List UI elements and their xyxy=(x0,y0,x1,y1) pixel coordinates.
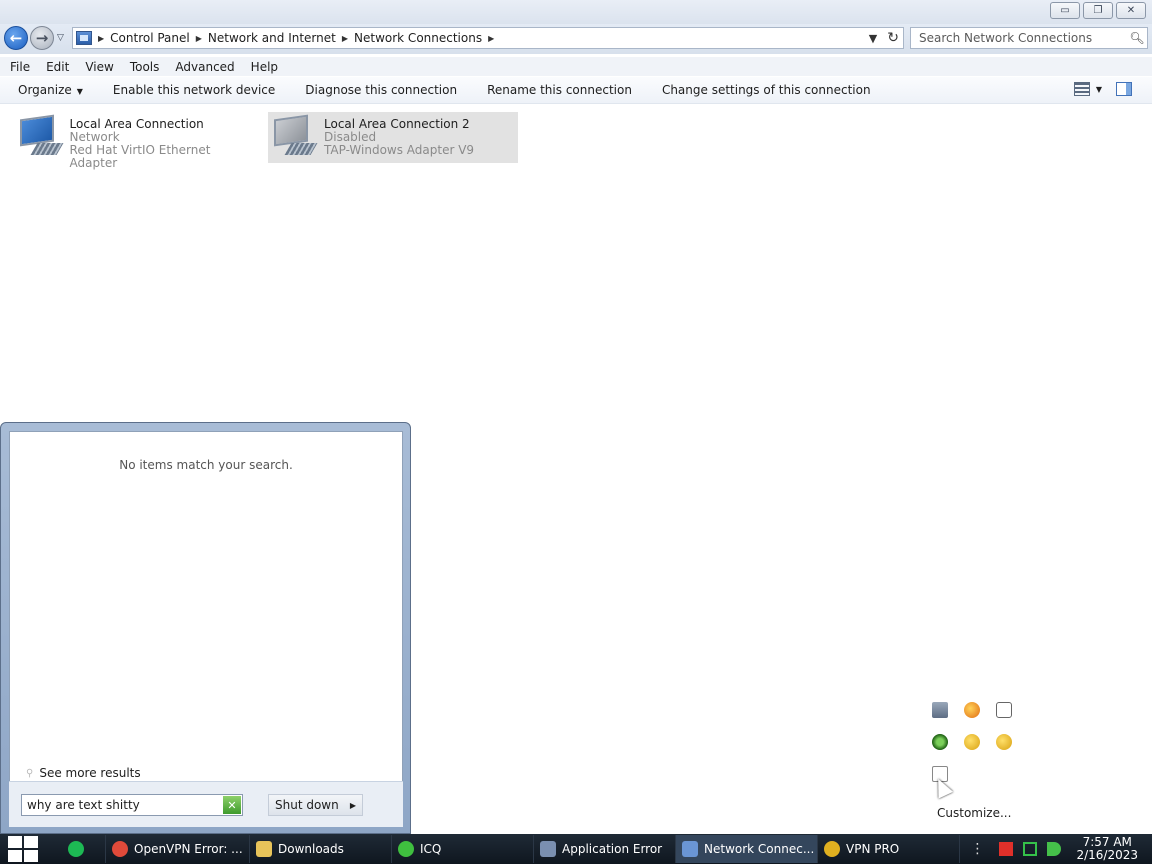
task-label: VPN PRO xyxy=(846,842,900,856)
view-options-dropdown-icon[interactable]: ▼ xyxy=(1096,85,1102,94)
menu-help[interactable]: Help xyxy=(251,60,278,74)
network-tray-icon[interactable] xyxy=(932,702,948,718)
icq-icon xyxy=(398,841,414,857)
chevron-right-icon[interactable]: ▶ xyxy=(342,34,348,43)
forward-button[interactable]: → xyxy=(30,26,54,50)
taskbar-network-connections[interactable]: Network Connec... xyxy=(676,835,818,863)
enable-network-device-button[interactable]: Enable this network device xyxy=(113,83,275,97)
search-icon[interactable]: 🔍︎ xyxy=(1127,31,1147,45)
connection-item-local-area-connection-2[interactable]: Local Area Connection 2 Disabled TAP-Win… xyxy=(268,112,518,163)
notification-overflow-popup: Customize... xyxy=(920,692,1024,828)
shut-down-button[interactable]: Shut down ▶ xyxy=(268,794,363,816)
task-label: OpenVPN Error: ... xyxy=(134,842,243,856)
spotify-taskbar-button[interactable] xyxy=(46,835,106,863)
vpn-pro-icon xyxy=(824,841,840,857)
taskbar-openvpn-error[interactable]: OpenVPN Error: ... xyxy=(106,835,250,863)
restore-button[interactable]: ❐ xyxy=(1083,2,1113,19)
clear-search-icon[interactable]: ✕ xyxy=(223,796,241,814)
network-status-icon[interactable] xyxy=(1023,842,1038,856)
customize-link[interactable]: Customize... xyxy=(937,806,1011,820)
network-connections-icon xyxy=(682,841,698,857)
network-adapter-icon xyxy=(18,114,64,161)
network-adapter-disabled-icon xyxy=(272,114,318,161)
search-icon: ⚲ xyxy=(26,767,34,779)
taskbar-application-error[interactable]: Application Error xyxy=(534,835,676,863)
show-hidden-icons-button[interactable]: ⋮ xyxy=(970,841,984,857)
arrow-right-icon: → xyxy=(35,29,49,47)
close-button[interactable]: ✕ xyxy=(1116,2,1146,19)
task-label: Downloads xyxy=(278,842,344,856)
chevron-right-icon[interactable]: ▶ xyxy=(98,34,104,43)
folder-icon xyxy=(256,841,272,857)
search-results-pane: No items match your search. ⚲ See more r… xyxy=(9,431,403,803)
menu-advanced[interactable]: Advanced xyxy=(175,60,234,74)
spotify-icon xyxy=(67,841,84,857)
diagnose-connection-button[interactable]: Diagnose this connection xyxy=(305,83,457,97)
preview-pane-icon[interactable] xyxy=(1116,82,1132,96)
start-menu: No items match your search. ⚲ See more r… xyxy=(0,422,411,834)
chevron-right-icon[interactable]: ▶ xyxy=(196,34,202,43)
system-tray: ⋮ 7:57 AM 2/16/2023 xyxy=(970,834,1152,864)
search-network-connections-input[interactable]: Search Network Connections 🔍︎ xyxy=(910,27,1148,49)
change-view-icon[interactable] xyxy=(1073,82,1090,96)
discord-tray-icon[interactable] xyxy=(996,702,1012,718)
vpn-pro-tray-icon[interactable] xyxy=(964,734,980,750)
chevron-down-icon: ▼ xyxy=(76,87,83,96)
windows-logo-icon xyxy=(8,836,38,862)
breadcrumb-network-connections[interactable]: Network Connections xyxy=(354,31,482,45)
menu-tools[interactable]: Tools xyxy=(130,60,160,74)
icq-tray-icon[interactable] xyxy=(932,734,948,750)
taskbar-vpn-pro[interactable]: VPN PRO xyxy=(818,835,960,863)
task-label: Network Connec... xyxy=(704,842,815,856)
search-placeholder: Search Network Connections xyxy=(919,31,1093,45)
arrow-left-icon: ← xyxy=(9,29,23,47)
address-row: ← → ▽ ▶ Control Panel ▶ Network and Inte… xyxy=(0,24,1152,54)
start-menu-footer: why are text shitty ✕ Shut down ▶ xyxy=(9,781,403,827)
vpn-pro-tray-icon[interactable] xyxy=(996,734,1012,750)
shut-down-label: Shut down xyxy=(275,798,339,812)
rename-connection-button[interactable]: Rename this connection xyxy=(487,83,632,97)
menu-view[interactable]: View xyxy=(85,60,113,74)
connection-adapter: Red Hat VirtIO Ethernet Adapter xyxy=(69,143,211,170)
taskbar-downloads[interactable]: Downloads xyxy=(250,835,392,863)
refresh-icon[interactable]: ↻ xyxy=(887,30,899,46)
task-label: ICQ xyxy=(420,842,442,856)
menu-bar: File Edit View Tools Advanced Help xyxy=(0,57,1152,76)
breadcrumb-control-panel[interactable]: Control Panel xyxy=(110,31,190,45)
magnifier-tray-icon[interactable] xyxy=(964,702,980,718)
minimize-button[interactable]: ▭ xyxy=(1050,2,1080,19)
volume-icon[interactable] xyxy=(1047,842,1062,856)
connection-item-local-area-connection[interactable]: Local Area Connection Network Red Hat Vi… xyxy=(14,112,264,170)
app-error-icon xyxy=(540,841,556,857)
menu-edit[interactable]: Edit xyxy=(46,60,69,74)
back-button[interactable]: ← xyxy=(4,26,28,50)
address-dropdown-icon[interactable]: ▼ xyxy=(869,32,877,45)
chrome-icon xyxy=(112,841,128,857)
clock-date: 2/16/2023 xyxy=(1076,848,1138,862)
connection-adapter: TAP-Windows Adapter V9 xyxy=(324,143,475,157)
no-results-message: No items match your search. xyxy=(119,458,293,472)
change-settings-button[interactable]: Change settings of this connection xyxy=(662,83,871,97)
start-search-value: why are text shitty xyxy=(27,798,140,812)
control-panel-icon xyxy=(76,31,92,45)
title-bar: ▭ ❐ ✕ xyxy=(0,0,1152,24)
breadcrumb-network-and-internet[interactable]: Network and Internet xyxy=(208,31,336,45)
recent-pages-dropdown[interactable]: ▽ xyxy=(57,33,64,43)
start-search-input[interactable]: why are text shitty ✕ xyxy=(21,794,243,816)
taskbar-icq[interactable]: ICQ xyxy=(392,835,534,863)
address-bar[interactable]: ▶ Control Panel ▶ Network and Internet ▶… xyxy=(72,27,904,49)
see-more-results-link[interactable]: ⚲ See more results xyxy=(26,766,141,780)
command-bar: Organize ▼ Enable this network device Dia… xyxy=(0,77,1152,104)
taskbar-clock[interactable]: 7:57 AM 2/16/2023 xyxy=(1076,836,1138,862)
start-button[interactable] xyxy=(0,834,46,864)
see-more-results-label: See more results xyxy=(39,766,141,780)
task-label: Application Error xyxy=(562,842,663,856)
menu-file[interactable]: File xyxy=(10,60,30,74)
shutdown-options-arrow-icon[interactable]: ▶ xyxy=(350,801,356,810)
taskbar: OpenVPN Error: ... Downloads ICQ Applica… xyxy=(0,834,1152,864)
action-center-flag-icon[interactable] xyxy=(999,842,1014,856)
organize-button[interactable]: Organize ▼ xyxy=(18,83,83,97)
organize-label: Organize xyxy=(18,83,72,97)
chevron-right-icon[interactable]: ▶ xyxy=(488,34,494,43)
